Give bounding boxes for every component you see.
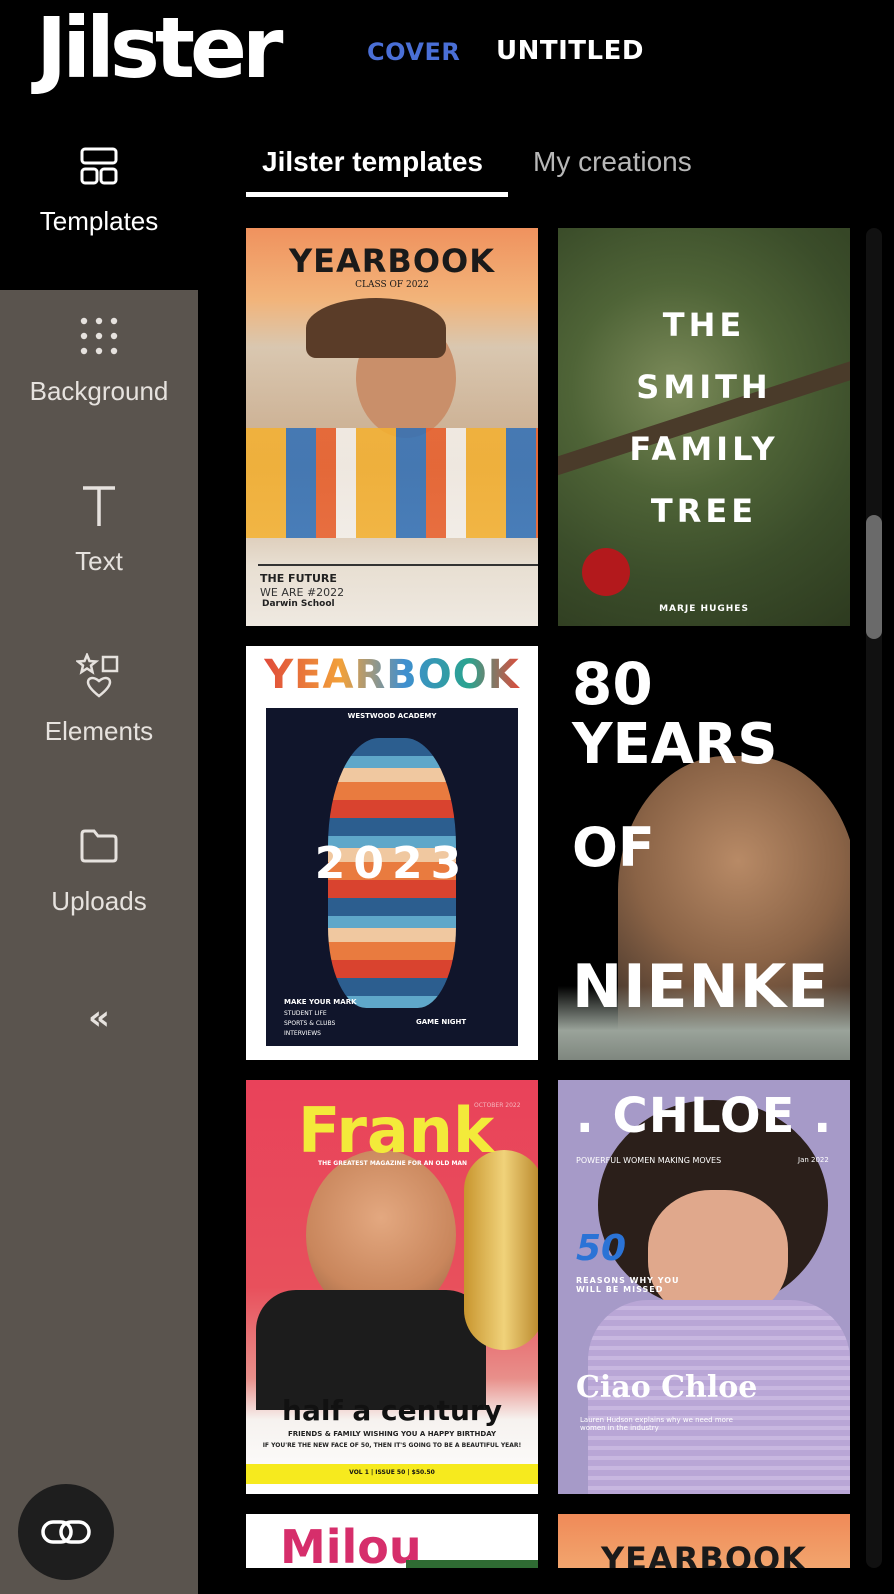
card-tagline: THE GREATEST MAGAZINE FOR AN OLD MAN (318, 1160, 468, 1167)
card-title-line: NIENKE (572, 952, 830, 1022)
sidebar-item-elements[interactable]: Elements (0, 630, 198, 800)
card-title-line: THE (662, 306, 746, 344)
card-photo-hair (306, 298, 446, 358)
template-card[interactable]: YEARBOOK WESTWOOD ACADEMY 2023 MAKE YOUR… (246, 646, 538, 1060)
card-footer: VOL 1 | ISSUE 50 | $50.50 (349, 1469, 435, 1476)
card-number: 50 (576, 1228, 627, 1269)
tab-jilster-templates[interactable]: Jilster templates (262, 146, 483, 178)
scrollbar-thumb[interactable] (866, 515, 882, 639)
link-button[interactable] (18, 1484, 114, 1580)
card-line: Lauren Hudson explains why we need more … (580, 1416, 733, 1432)
card-line: FRIENDS & FAMILY WISHING YOU A HAPPY BIR… (287, 1430, 497, 1438)
card-school: WESTWOOD ACADEMY (347, 712, 437, 720)
sidebar-item-uploads[interactable]: Uploads (0, 800, 198, 970)
card-line: WE ARE #2022 (260, 586, 345, 599)
sidebar-item-background[interactable]: Background (0, 290, 198, 460)
card-title-line: FAMILY (629, 430, 779, 468)
card-title-line: SMITH (636, 368, 772, 406)
card-title: Frank (298, 1094, 495, 1167)
template-card[interactable]: Frank OCTOBER 2022 THE GREATEST MAGAZINE… (246, 1080, 538, 1494)
sidebar: Templates Background Text Elements Uploa… (0, 120, 198, 1594)
template-grid: YEARBOOK CLASS OF 2022 THE FUTURE WE ARE… (246, 228, 866, 1568)
card-photo-jacket (256, 1290, 486, 1410)
template-card[interactable]: YEARBOOK (558, 1514, 850, 1568)
card-line: THE FUTURE (260, 572, 337, 585)
template-card[interactable]: YEARBOOK CLASS OF 2022 THE FUTURE WE ARE… (246, 228, 538, 626)
card-line: MAKE YOUR MARK (284, 998, 357, 1006)
card-line: INTERVIEWS (284, 1030, 321, 1037)
tab-my-creations[interactable]: My creations (533, 146, 692, 178)
card-title: YEARBOOK (288, 242, 496, 280)
template-card[interactable]: 80 YEARS OF NIENKE (558, 646, 850, 1060)
templates-icon (0, 142, 198, 190)
sidebar-item-label: Templates (39, 206, 159, 236)
card-title-line: YEARS (572, 712, 778, 777)
cover-link[interactable]: COVER (367, 38, 460, 66)
sidebar-item-label: Background (29, 376, 169, 406)
active-tab-indicator (246, 192, 508, 197)
document-title[interactable]: UNTITLED (496, 36, 644, 66)
sidebar-item-label: Uploads (51, 886, 147, 916)
card-divider (258, 564, 538, 566)
card-line: IF YOU'RE THE NEW FACE OF 50, THEN IT'S … (262, 1442, 522, 1449)
top-bar: Jilster COVER UNTITLED (0, 0, 894, 120)
card-footer-bar: VOL 1 | ISSUE 50 | $50.50 (246, 1464, 538, 1484)
template-card[interactable]: THE SMITH FAMILY TREE MARJE HUGHES (558, 228, 850, 626)
card-line: REASONS WHY YOU WILL BE MISSED (576, 1276, 680, 1294)
card-photo (406, 1560, 538, 1568)
card-headline: Ciao Chloe (576, 1370, 758, 1405)
card-line: STUDENT LIFE (284, 1010, 327, 1017)
text-icon (0, 482, 198, 530)
template-card[interactable]: Milou (246, 1514, 538, 1568)
card-line: SPORTS & CLUBS (284, 1020, 336, 1027)
collapse-sidebar-button[interactable]: « (0, 998, 198, 1038)
card-date: Jan 2022 (798, 1156, 829, 1164)
card-poster: WESTWOOD ACADEMY 2023 MAKE YOUR MARK STU… (266, 708, 518, 1046)
link-icon (41, 1520, 91, 1544)
card-year: 2023 (314, 838, 470, 889)
card-title-line: OF (572, 816, 655, 879)
card-headline: half a century (282, 1394, 502, 1427)
sidebar-item-templates[interactable]: Templates (0, 120, 198, 290)
jilster-logo[interactable]: Jilster (36, 6, 283, 90)
balloon-five (464, 1150, 538, 1350)
sidebar-item-label: Text (75, 546, 123, 576)
card-title-text: YEARBOOK (264, 652, 520, 698)
card-title: YEARBOOK (246, 652, 538, 698)
scrollbar-track[interactable] (866, 228, 882, 1568)
wax-seal (582, 548, 630, 596)
card-line: Darwin School (262, 599, 335, 609)
card-subtitle: CLASS OF 2022 (355, 280, 429, 290)
sidebar-item-label: Elements (44, 716, 154, 746)
dots-grid-icon (0, 312, 198, 360)
card-title: YEARBOOK (600, 1540, 808, 1568)
folder-icon (0, 822, 198, 870)
template-card[interactable]: . CHLOE . POWERFUL WOMEN MAKING MOVES Ja… (558, 1080, 850, 1494)
card-title: . CHLOE . (575, 1088, 833, 1144)
card-date: OCTOBER 2022 (474, 1102, 521, 1109)
card-tagline: POWERFUL WOMEN MAKING MOVES (576, 1156, 722, 1165)
card-title: Milou (280, 1520, 422, 1568)
card-title-line: TREE (650, 492, 758, 530)
card-title-line: 80 (572, 650, 653, 718)
sidebar-item-text[interactable]: Text (0, 460, 198, 630)
card-photo-sweater (246, 428, 538, 538)
card-author: MARJE HUGHES (659, 604, 749, 614)
shapes-icon (0, 652, 198, 700)
card-line: GAME NIGHT (416, 1018, 467, 1026)
